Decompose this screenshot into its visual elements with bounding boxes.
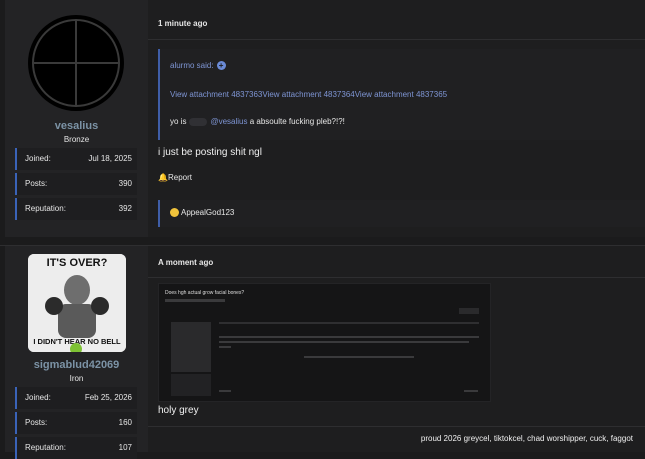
stat-label: Posts: bbox=[25, 418, 48, 427]
bell-icon: 🔔 bbox=[158, 173, 168, 182]
report-button[interactable]: 🔔Report bbox=[158, 173, 192, 182]
divider bbox=[148, 39, 645, 40]
embedded-line bbox=[219, 322, 479, 324]
user-rank: Bronze bbox=[63, 135, 90, 144]
stat-posts: Posts: 160 bbox=[15, 412, 137, 434]
post-timestamp[interactable]: 1 minute ago bbox=[158, 19, 207, 28]
stat-label: Posts: bbox=[25, 179, 48, 188]
embedded-meta bbox=[165, 299, 225, 302]
embedded-avatar bbox=[171, 322, 211, 372]
embedded-line bbox=[219, 336, 479, 338]
stat-value: 160 bbox=[118, 418, 132, 427]
embedded-button bbox=[459, 308, 479, 314]
reaction-list: AppealGod123 bbox=[170, 208, 234, 218]
divider bbox=[148, 277, 645, 278]
reaction-user[interactable]: AppealGod123 bbox=[181, 208, 234, 217]
embedded-screenshot[interactable]: Does hgh actual grow facial bones? bbox=[158, 283, 491, 402]
avatar[interactable] bbox=[28, 15, 124, 111]
mention-avatar bbox=[189, 117, 208, 126]
embedded-line bbox=[464, 390, 478, 392]
embedded-line bbox=[219, 346, 231, 348]
post-timestamp[interactable]: A moment ago bbox=[158, 258, 213, 267]
stat-label: Reputation: bbox=[25, 204, 66, 213]
stat-joined: Joined: Feb 25, 2026 bbox=[15, 387, 137, 409]
expand-icon[interactable]: + bbox=[216, 61, 226, 71]
quote-author-label: alurmo said: bbox=[170, 61, 214, 70]
stat-joined: Joined: Jul 18, 2025 bbox=[15, 148, 137, 170]
stat-reputation: Reputation: 107 bbox=[15, 437, 137, 459]
mention-link[interactable]: @vesalius bbox=[210, 117, 247, 126]
embedded-title: Does hgh actual grow facial bones? bbox=[165, 290, 245, 296]
stat-value: Feb 25, 2026 bbox=[84, 393, 132, 402]
quote-text: yo is @vesalius a absoulte fucking pleb?!… bbox=[170, 117, 345, 126]
username[interactable]: vesalius bbox=[0, 120, 153, 132]
embedded-stats bbox=[171, 374, 211, 396]
quote-text-suffix: a absoulte fucking pleb?!?! bbox=[249, 117, 345, 126]
reactions-bar[interactable]: AppealGod123 bbox=[158, 200, 645, 227]
embedded-line bbox=[219, 341, 469, 343]
stat-label: Joined: bbox=[25, 393, 51, 402]
stat-posts: Posts: 390 bbox=[15, 173, 137, 195]
laugh-emoji-icon bbox=[170, 208, 179, 218]
embedded-line bbox=[304, 356, 414, 358]
stat-value: Jul 18, 2025 bbox=[88, 154, 132, 163]
attachment-links[interactable]: View attachment 4837363View attachment 4… bbox=[170, 90, 447, 99]
post-body: i just be posting shit ngl bbox=[158, 147, 262, 158]
user-rank: Iron bbox=[69, 374, 84, 383]
post-body: holy grey bbox=[158, 405, 199, 416]
quote-author[interactable]: alurmo said: + bbox=[170, 61, 226, 71]
username[interactable]: sigmablud42069 bbox=[0, 359, 153, 371]
signature-divider bbox=[148, 426, 645, 427]
online-indicator bbox=[70, 343, 82, 352]
signature: proud 2026 greycel, tiktokcel, chad wors… bbox=[420, 434, 633, 443]
embedded-line bbox=[219, 390, 231, 392]
meme-top-text: IT'S OVER? bbox=[47, 257, 108, 269]
stat-value: 390 bbox=[118, 179, 132, 188]
avatar[interactable]: IT'S OVER? I DIDN'T HEAR NO BELL bbox=[28, 254, 126, 352]
stat-label: Joined: bbox=[25, 154, 51, 163]
stat-value: 392 bbox=[118, 204, 132, 213]
boxer-meme-image: IT'S OVER? I DIDN'T HEAR NO BELL bbox=[28, 254, 126, 352]
quote-block: alurmo said: + View attachment 4837363Vie… bbox=[158, 49, 645, 140]
report-label: Report bbox=[167, 173, 192, 182]
quote-text-prefix: yo is bbox=[170, 117, 187, 126]
stat-reputation: Reputation: 392 bbox=[15, 198, 137, 220]
crosshair-icon bbox=[32, 19, 120, 107]
